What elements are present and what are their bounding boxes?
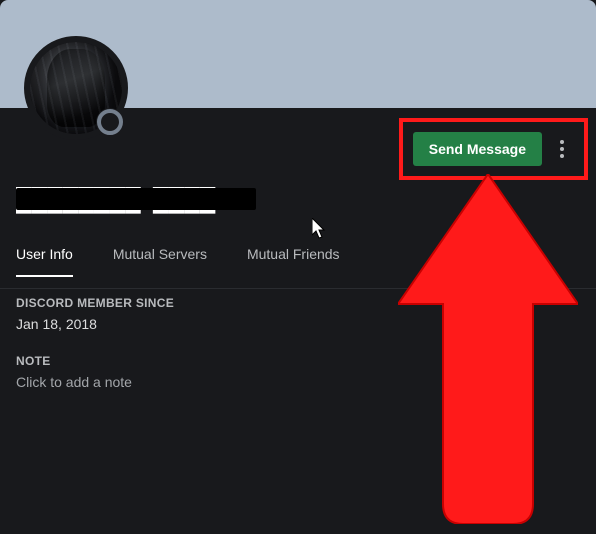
profile-tabs: User Info Mutual Servers Mutual Friends bbox=[0, 246, 596, 289]
send-message-button[interactable]: Send Message bbox=[413, 132, 542, 166]
avatar[interactable] bbox=[24, 36, 128, 140]
member-since-value: Jan 18, 2018 bbox=[16, 316, 580, 332]
status-offline-icon bbox=[96, 108, 124, 136]
redaction-bar bbox=[16, 188, 256, 210]
note-input[interactable]: Click to add a note bbox=[16, 374, 580, 390]
tab-mutual-servers[interactable]: Mutual Servers bbox=[113, 246, 207, 276]
user-info-panel: DISCORD MEMBER SINCE Jan 18, 2018 NOTE C… bbox=[16, 296, 580, 390]
member-since-label: DISCORD MEMBER SINCE bbox=[16, 296, 580, 310]
tab-mutual-friends[interactable]: Mutual Friends bbox=[247, 246, 340, 276]
cursor-icon bbox=[312, 218, 328, 240]
note-label: NOTE bbox=[16, 354, 580, 368]
username: ████████#████ bbox=[16, 186, 256, 214]
more-options-button[interactable] bbox=[548, 132, 576, 166]
annotation-highlight-box: Send Message bbox=[399, 118, 588, 180]
more-vertical-icon bbox=[560, 140, 564, 158]
tab-user-info[interactable]: User Info bbox=[16, 246, 73, 276]
